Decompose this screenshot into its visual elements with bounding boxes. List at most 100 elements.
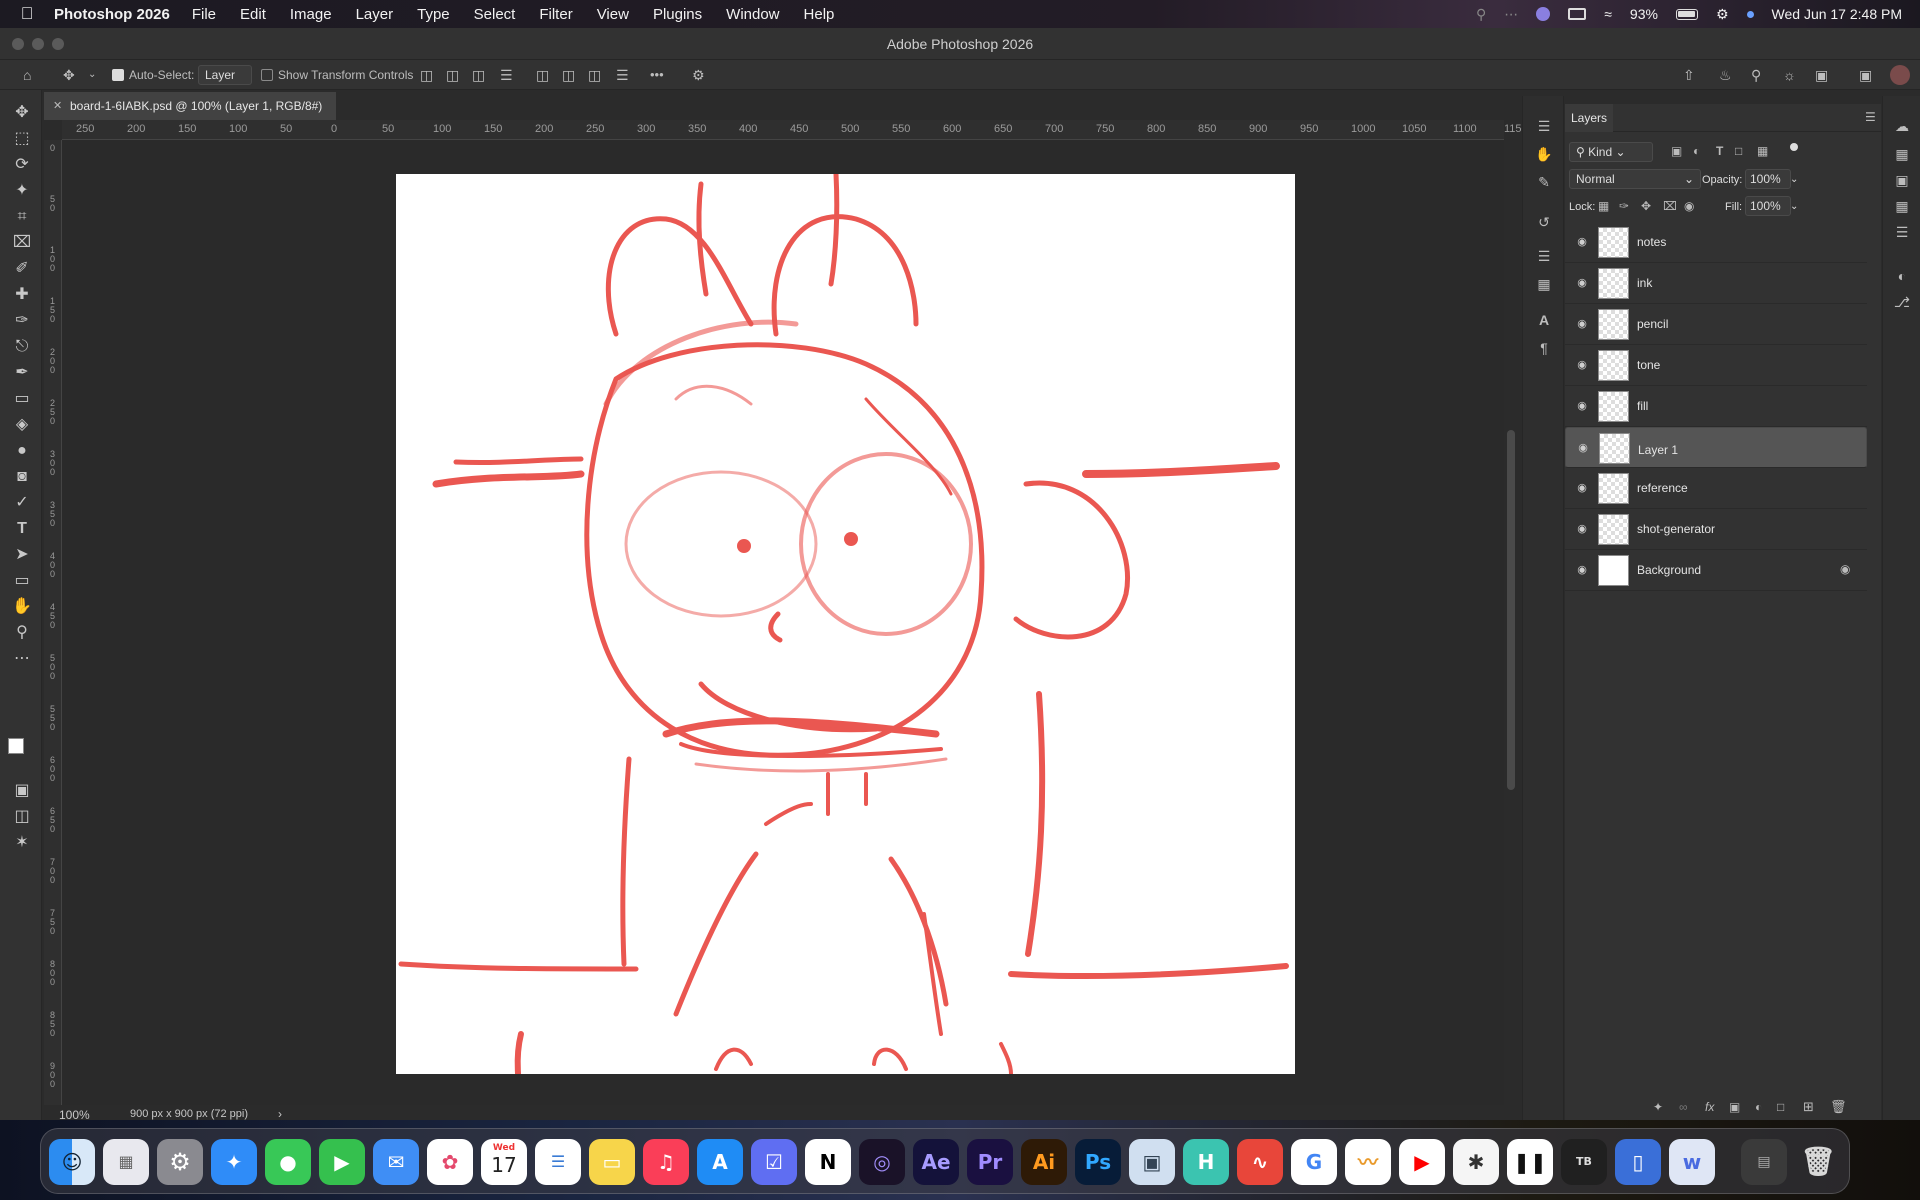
layer-row-tone[interactable]: ◉ tone xyxy=(1565,345,1867,386)
discover-lightbulb-icon[interactable]: ☼ xyxy=(1783,67,1796,83)
focus-dot-icon[interactable] xyxy=(1746,10,1754,18)
swatches-icon[interactable]: ▦ xyxy=(1893,146,1911,162)
safari-icon[interactable]: ✦ xyxy=(211,1139,257,1185)
layer-row-ink[interactable]: ◉ ink xyxy=(1565,263,1867,304)
grapher-icon[interactable]: ∿ xyxy=(1237,1139,1283,1185)
notes-icon[interactable]: ▭ xyxy=(589,1139,635,1185)
fx-icon[interactable]: fx xyxy=(1705,1100,1714,1114)
visibility-eye-icon[interactable]: ◉ xyxy=(1575,522,1589,536)
tourbox-icon[interactable]: TB xyxy=(1561,1139,1607,1185)
trash-icon[interactable]: 🗑 xyxy=(1795,1139,1841,1185)
more-options-button[interactable]: ••• xyxy=(650,67,664,83)
visibility-eye-icon[interactable]: ◉ xyxy=(1575,276,1589,290)
visibility-eye-icon[interactable]: ◉ xyxy=(1575,317,1589,331)
crop-tool-icon[interactable]: ⌗ xyxy=(11,206,33,228)
adjustment-layer-icon[interactable]: ◐ xyxy=(1755,1100,1762,1114)
filter-adjustment-icon[interactable]: ◐ xyxy=(1693,144,1700,158)
document-info[interactable]: 900 px x 900 px (72 ppi) xyxy=(130,1108,248,1120)
tool-preset-chevron-icon[interactable]: ⌄ xyxy=(88,67,96,83)
layer-row-shot-generator[interactable]: ◉ shot-generator xyxy=(1565,509,1867,550)
arc-icon[interactable]: ◎ xyxy=(859,1139,905,1185)
home-icon[interactable]: ⌂ xyxy=(23,67,31,83)
eraser-tool-icon[interactable]: ▭ xyxy=(11,388,33,410)
photos-icon[interactable]: ✿ xyxy=(427,1139,473,1185)
menu-image[interactable]: Image xyxy=(290,6,332,23)
frame-tool-icon[interactable]: ⌧ xyxy=(11,232,33,254)
close-window-button[interactable] xyxy=(12,38,24,50)
horizontal-ruler[interactable]: 250 200 150 100 50 0 50 100 150 200 250 300 350 400 45… xyxy=(62,120,1528,140)
status-app-icon[interactable] xyxy=(1536,7,1551,21)
app-store-icon[interactable]: A xyxy=(697,1139,743,1185)
minimize-window-button[interactable] xyxy=(32,38,44,50)
visibility-eye-icon[interactable]: ◉ xyxy=(1576,441,1590,455)
eyedropper-tool-icon[interactable]: ✐ xyxy=(11,258,33,280)
mail-icon[interactable]: ✉ xyxy=(373,1139,419,1185)
panel-menu-icon[interactable]: ☰ xyxy=(1865,110,1876,124)
pen-tool-icon[interactable]: ✓ xyxy=(11,492,33,514)
new-layer-icon[interactable]: ⊞ xyxy=(1803,1099,1814,1115)
auto-select-checkbox[interactable] xyxy=(112,69,124,81)
zoom-window-button[interactable] xyxy=(52,38,64,50)
rectangle-tool-icon[interactable]: ▭ xyxy=(11,570,33,592)
pause-app-icon[interactable]: ❚❚ xyxy=(1507,1139,1553,1185)
layer-row-background[interactable]: ◉ Background ◉ xyxy=(1565,550,1867,591)
search-status-icon[interactable]: ⚲ xyxy=(1476,6,1486,23)
finder-icon[interactable]: ☺ xyxy=(49,1139,95,1185)
new-group-icon[interactable]: □ xyxy=(1777,1100,1784,1114)
layer-row-notes[interactable]: ◉ notes xyxy=(1565,222,1867,263)
transform-controls-checkbox[interactable] xyxy=(261,69,273,81)
messages-icon[interactable]: ● xyxy=(265,1139,311,1185)
document-canvas[interactable] xyxy=(396,174,1295,1074)
status-chevron-icon[interactable]: › xyxy=(278,1107,282,1121)
paint-bucket-tool-icon[interactable]: ◈ xyxy=(11,414,33,436)
move-tool-icon[interactable]: ✥ xyxy=(11,102,33,124)
delete-layer-icon[interactable]: 🗑 xyxy=(1830,1099,1847,1115)
quick-mask-icon[interactable]: ▣ xyxy=(11,780,33,802)
paths-icon[interactable]: ⎇ xyxy=(1893,294,1911,310)
hype-icon[interactable]: H xyxy=(1183,1139,1229,1185)
visibility-eye-icon[interactable]: ◉ xyxy=(1575,563,1589,577)
paragraph-icon[interactable]: ¶ xyxy=(1535,340,1553,356)
menu-type[interactable]: Type xyxy=(417,6,450,23)
freeform-icon[interactable]: 〰 xyxy=(1345,1139,1391,1185)
notion-icon[interactable]: N xyxy=(805,1139,851,1185)
visibility-eye-icon[interactable]: ◉ xyxy=(1575,399,1589,413)
healing-brush-tool-icon[interactable]: ✚ xyxy=(11,284,33,306)
preview-icon[interactable]: ▣ xyxy=(1129,1139,1175,1185)
dodge-tool-icon[interactable]: ◙ xyxy=(11,466,33,488)
layer-row-reference[interactable]: ◉ reference xyxy=(1565,468,1867,509)
add-mask-icon[interactable]: ▣ xyxy=(1729,1100,1740,1114)
channels-icon[interactable]: ◐ xyxy=(1893,268,1911,284)
libraries-icon[interactable]: ☁ xyxy=(1893,118,1911,134)
menu-view[interactable]: View xyxy=(597,6,629,23)
align-right-icon[interactable]: ◫ xyxy=(472,67,485,83)
premiere-pro-icon[interactable]: Pr xyxy=(967,1139,1013,1185)
type-tool-icon[interactable]: T xyxy=(11,518,33,540)
illustrator-icon[interactable]: Ai xyxy=(1021,1139,1067,1185)
menu-layer[interactable]: Layer xyxy=(356,6,394,23)
layers-tab[interactable]: Layers xyxy=(1565,104,1614,132)
display-icon[interactable] xyxy=(1568,8,1587,20)
menu-filter[interactable]: Filter xyxy=(539,6,572,23)
panel-toggle-icon[interactable]: ▣ xyxy=(1859,67,1872,83)
foreground-color-swatch[interactable] xyxy=(8,738,24,754)
screen-mode-icon[interactable]: ◫ xyxy=(11,806,33,828)
align-vcenter-icon[interactable]: ◫ xyxy=(562,67,575,83)
brushes-icon[interactable]: ☰ xyxy=(1535,248,1553,264)
layer-row-pencil[interactable]: ◉ pencil xyxy=(1565,304,1867,345)
quick-actions-icon[interactable]: ✦ xyxy=(1653,1100,1663,1114)
visibility-eye-icon[interactable]: ◉ xyxy=(1575,481,1589,495)
history-icon[interactable]: ↺ xyxy=(1535,214,1553,230)
fill-chevron-icon[interactable]: ⌄ xyxy=(1790,201,1798,212)
menu-app-name[interactable]: Photoshop 2026 xyxy=(54,6,170,23)
menu-edit[interactable]: Edit xyxy=(240,6,266,23)
brush-tool-icon[interactable]: ✑ xyxy=(11,310,33,332)
document-tab[interactable]: ✕ board-1-6IABK.psd @ 100% (Layer 1, RGB… xyxy=(44,92,337,120)
zoom-tool-icon[interactable]: ⚲ xyxy=(11,622,33,644)
filter-shape-icon[interactable]: □ xyxy=(1735,144,1742,158)
edit-toolbar-icon[interactable]: ⋯ xyxy=(11,648,33,670)
apple-icon[interactable]:  xyxy=(0,4,54,24)
filter-smart-object-icon[interactable]: ▦ xyxy=(1757,144,1768,158)
notifications-bell-icon[interactable]: ♨ xyxy=(1719,67,1732,83)
opacity-chevron-icon[interactable]: ⌄ xyxy=(1790,174,1798,185)
